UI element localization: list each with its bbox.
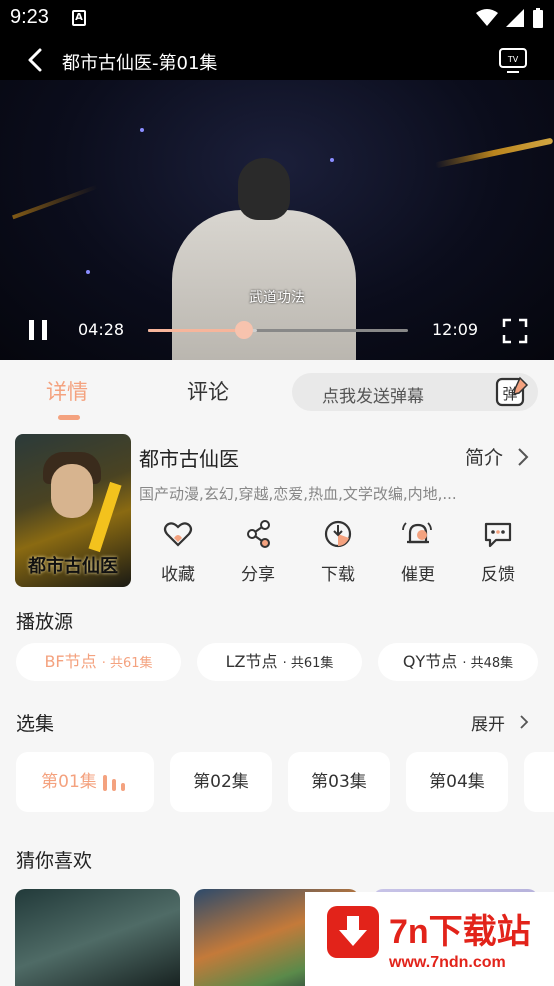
episodes-section-title: 选集 <box>16 713 55 735</box>
video-character-head <box>238 158 290 220</box>
watermark-url: www.7ndn.com <box>389 954 506 971</box>
feedback-label: 反馈 <box>481 565 515 585</box>
urge-update-label: 催更 <box>401 565 435 585</box>
status-bar: 9:23 A <box>0 0 554 36</box>
seek-bar-played <box>148 329 245 332</box>
urge-update-button[interactable]: 催更 <box>388 518 448 585</box>
recommend-card[interactable] <box>15 889 180 986</box>
poster-title: 都市古仙医 <box>28 556 118 577</box>
episode-item[interactable]: 第02集 <box>170 752 272 812</box>
show-title: 都市古仙医 <box>139 447 239 471</box>
player-top-bar: 都市古仙医-第01集 TV <box>0 40 554 80</box>
download-logo-icon <box>327 906 379 958</box>
status-time: 9:23 <box>10 6 49 28</box>
poster-art <box>88 481 122 553</box>
favorite-label: 收藏 <box>161 565 195 585</box>
episode-item-partial[interactable] <box>524 752 554 812</box>
back-arrow-icon[interactable] <box>22 46 50 74</box>
watermark-title: 7n下载站 <box>389 913 531 951</box>
fullscreen-icon[interactable] <box>502 318 528 344</box>
video-player[interactable]: 武道功法 9:23 A 都市古仙医-第01集 TV 04:28 12:09 <box>0 0 554 360</box>
tab-detail[interactable]: 详情 <box>46 376 88 406</box>
episode-item-active[interactable]: 第01集 <box>16 752 154 812</box>
source-option-bf[interactable]: BF节点 · 共61集 <box>16 643 181 681</box>
battery-icon <box>533 8 543 28</box>
seek-bar[interactable] <box>148 321 408 339</box>
detail-tabs: 详情 评论 点我发送弹幕 弹 <box>0 360 554 430</box>
player-controls: 04:28 12:09 <box>0 310 554 350</box>
video-star <box>140 128 144 132</box>
heart-icon <box>163 522 193 547</box>
download-label: 下载 <box>321 565 355 585</box>
signal-icon <box>506 9 524 27</box>
source-name: QY节点 <box>402 652 458 671</box>
show-poster[interactable]: 都市古仙医 <box>15 434 131 587</box>
video-star <box>86 270 90 274</box>
danmaku-icon[interactable]: 弹 <box>494 374 530 410</box>
video-subtitle: 武道功法 <box>249 290 305 306</box>
source-episode-count: · 共61集 <box>101 656 153 671</box>
video-light-streak <box>12 184 98 220</box>
source-name: BF节点 <box>44 652 97 671</box>
episode-label: 第02集 <box>193 772 249 792</box>
share-label: 分享 <box>241 565 275 585</box>
video-light-streak <box>434 137 554 169</box>
episode-item[interactable]: 第04集 <box>406 752 508 812</box>
episode-item[interactable]: 第03集 <box>288 752 390 812</box>
total-time: 12:09 <box>432 320 479 339</box>
tab-comment[interactable]: 评论 <box>187 376 229 406</box>
intro-link[interactable]: 简介 <box>465 443 503 470</box>
wifi-icon <box>476 9 498 26</box>
chevron-right-icon[interactable] <box>518 713 530 731</box>
poster-art <box>51 464 93 518</box>
svg-text:TV: TV <box>507 55 519 64</box>
episode-label: 第03集 <box>311 772 367 792</box>
source-episode-count: · 共61集 <box>282 656 334 671</box>
download-icon <box>324 520 352 548</box>
source-option-lz[interactable]: LZ节点 · 共61集 <box>197 643 362 681</box>
source-section-title: 播放源 <box>16 611 74 633</box>
bell-icon <box>402 522 432 544</box>
feedback-icon <box>484 522 512 548</box>
video-title: 都市古仙医-第01集 <box>62 53 218 74</box>
notification-icon: A <box>72 10 86 26</box>
video-star <box>330 158 334 162</box>
danmaku-input[interactable]: 点我发送弹幕 弹 <box>292 373 538 411</box>
share-icon <box>247 520 270 548</box>
seek-bar-handle[interactable] <box>235 321 254 339</box>
recommend-section-title: 猜你喜欢 <box>16 850 93 872</box>
source-name: LZ节点 <box>225 652 278 671</box>
source-episode-count: · 共48集 <box>462 656 514 671</box>
feedback-button[interactable]: 反馈 <box>468 518 528 585</box>
chevron-right-icon[interactable] <box>516 446 530 468</box>
app-screen: 武道功法 9:23 A 都市古仙医-第01集 TV 04:28 12:09 详情… <box>0 0 554 986</box>
status-icons <box>476 8 544 28</box>
download-button[interactable]: 下载 <box>308 518 368 585</box>
expand-episodes-link[interactable]: 展开 <box>471 710 505 735</box>
download-arrow-icon <box>339 916 367 946</box>
now-playing-icon <box>102 773 129 791</box>
tab-active-indicator <box>58 415 80 420</box>
show-tags: 国产动漫,玄幻,穿越,恋爱,热血,文学改编,内地,... <box>139 485 457 503</box>
source-option-qy[interactable]: QY节点 · 共48集 <box>378 643 538 681</box>
episode-label: 第01集 <box>41 772 97 792</box>
pause-icon[interactable] <box>26 318 50 342</box>
favorite-button[interactable]: 收藏 <box>148 518 208 585</box>
tv-cast-icon[interactable]: TV <box>498 46 528 74</box>
share-button[interactable]: 分享 <box>228 518 288 585</box>
episode-label: 第04集 <box>429 772 485 792</box>
current-time: 04:28 <box>78 320 125 339</box>
site-watermark: 7n下载站 www.7ndn.com <box>305 892 554 986</box>
danmaku-placeholder: 点我发送弹幕 <box>322 387 424 407</box>
